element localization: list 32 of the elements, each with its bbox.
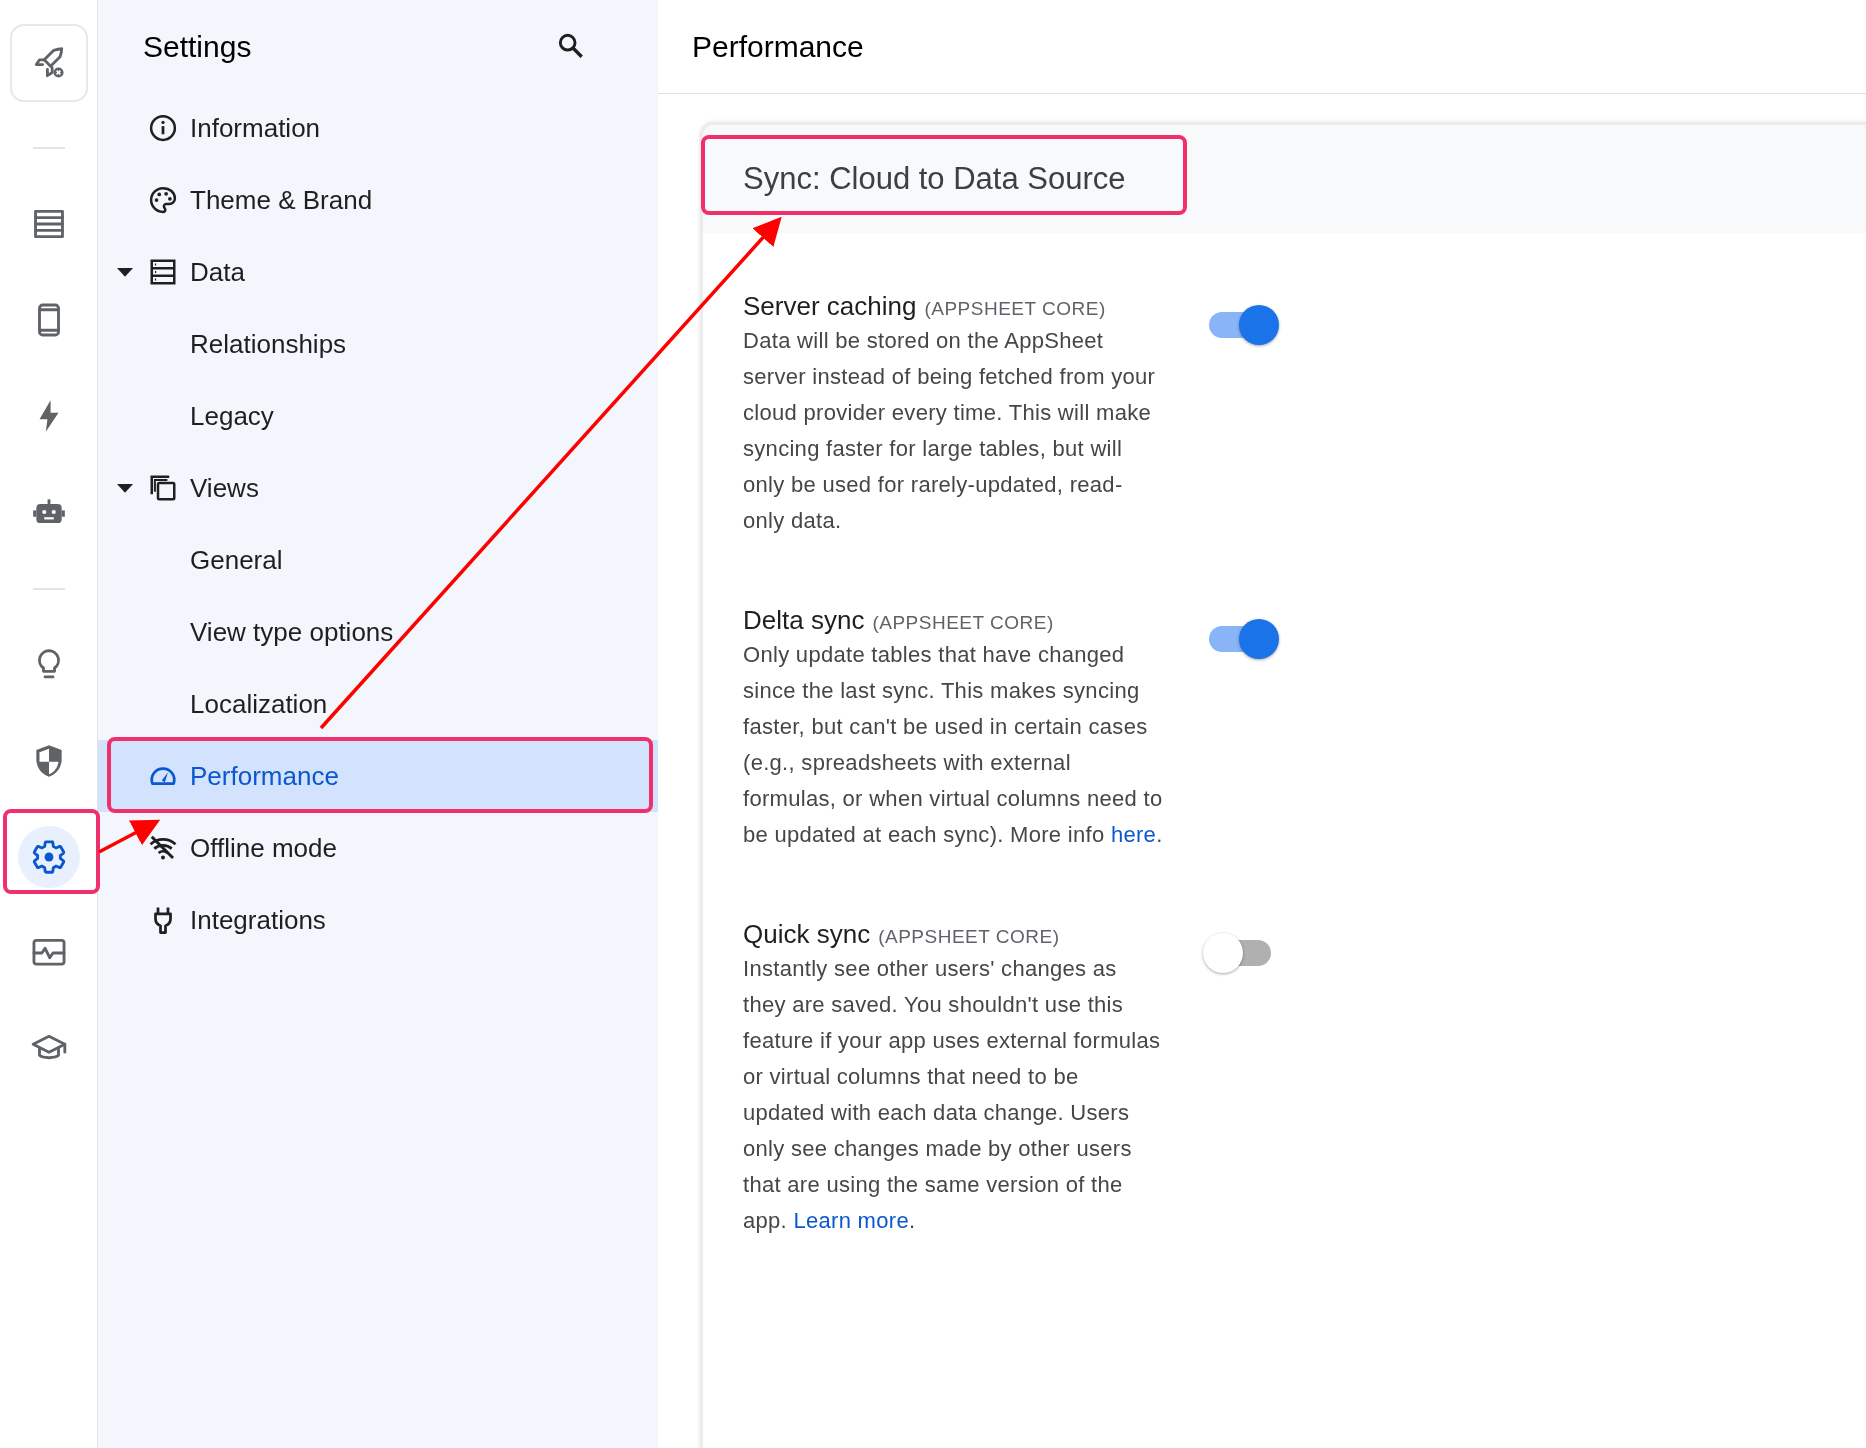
sidebar-item[interactable]: Relationships <box>98 308 658 380</box>
sidebar-item[interactable]: Data <box>98 236 658 308</box>
copy-icon <box>148 473 178 503</box>
sidebar-item[interactable]: Theme & Brand <box>98 164 658 236</box>
sidebar-item[interactable]: Offline mode <box>98 812 658 884</box>
setting-title: Server caching <box>743 290 917 323</box>
table-icon <box>148 257 178 287</box>
sidebar-item[interactable]: Legacy <box>98 380 658 452</box>
sidebar-item[interactable]: General <box>98 524 658 596</box>
sidebar-item[interactable]: Views <box>98 452 658 524</box>
setting-description: Data will be stored on the AppSheet server instead of being fetched from your cloud provider every time. This will make syncing faster for large tables, but will only be used for rarely-updated, read-only data. <box>743 327 1157 535</box>
rail-button[interactable] <box>9 24 88 102</box>
sidebar-item[interactable]: Integrations <box>98 884 658 956</box>
info-icon <box>148 113 178 143</box>
sidebar-item[interactable]: Performance <box>98 740 658 812</box>
setting-description: Instantly see other users' changes as they are saved. You shouldn't use this feature if your app uses external formulas or virtual columns that need to be updated with each data change. Users only see changes made by other users that are using the same version of the app. Learn more. <box>743 955 1162 1235</box>
setting-tag: (APPSHEET CORE) <box>872 609 1054 638</box>
sidebar-title: Settings <box>143 28 252 65</box>
palette-icon <box>148 185 178 215</box>
setting-description: Only update tables that have changed since the last sync. This makes syncing faster, but can't be used in certain cases (e.g., spreadsheets with external formulas, or when virtual columns need to be updated at each sync). More info here. <box>743 641 1163 849</box>
link[interactable]: Learn more <box>793 1208 909 1233</box>
section-title: Sync: Cloud to Data Source <box>743 159 1126 198</box>
setting-title: Quick sync <box>743 918 871 951</box>
setting-tag: (APPSHEET CORE) <box>878 923 1060 952</box>
sidebar-item[interactable]: Information <box>98 92 658 164</box>
page-title: Performance <box>692 29 864 65</box>
link[interactable]: here <box>1110 822 1157 847</box>
setting-tag: (APPSHEET CORE) <box>924 295 1106 324</box>
annotation-arrow <box>98 819 161 854</box>
setting-title: Delta sync <box>743 604 865 637</box>
sidebar-item[interactable]: View type options <box>98 596 658 668</box>
sidebar-item[interactable]: Localization <box>98 668 658 740</box>
